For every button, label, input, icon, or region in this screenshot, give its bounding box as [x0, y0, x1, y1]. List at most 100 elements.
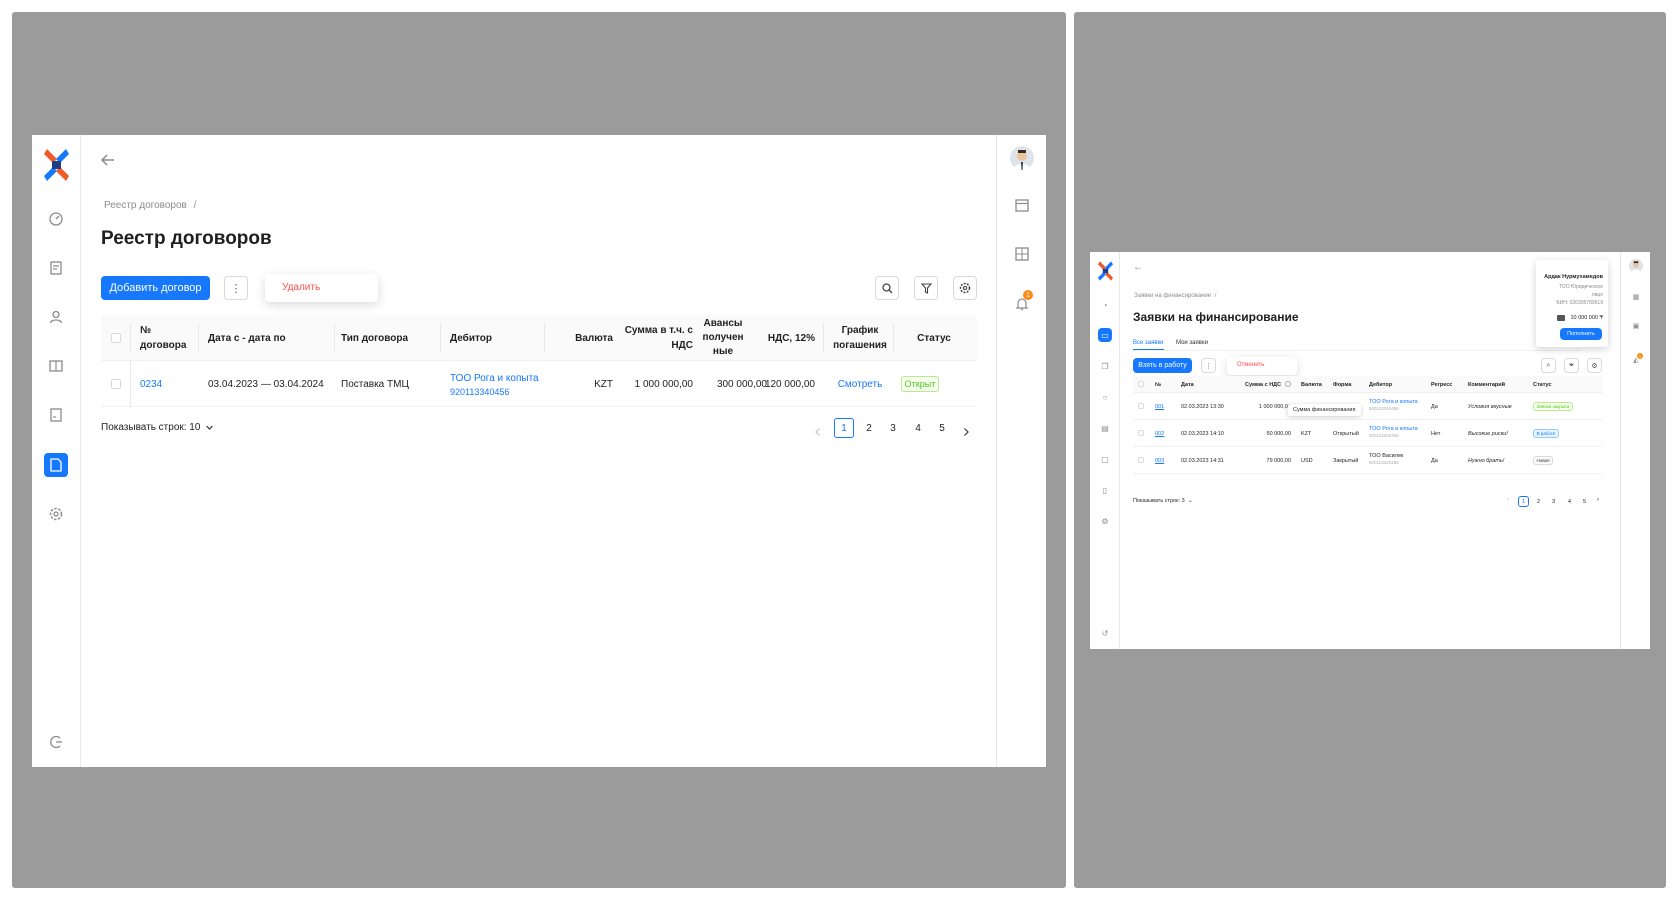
table-row[interactable]: 0234 03.04.2023 — 03.04.2024 Поставка ТМ…: [101, 361, 977, 407]
page-3[interactable]: 3: [883, 418, 903, 438]
column-divider: [440, 323, 441, 353]
document-icon[interactable]: [44, 453, 68, 477]
next-page-icon[interactable]: ›: [1597, 497, 1599, 503]
dashboard-icon[interactable]: ◔: [1098, 298, 1112, 312]
breadcrumb-item[interactable]: Реестр договоров: [104, 200, 187, 211]
calculator-icon[interactable]: ▣: [1629, 319, 1643, 333]
settings-button[interactable]: [953, 276, 977, 300]
user-icon[interactable]: ○: [1098, 390, 1112, 404]
col-debtor: Дебитор: [450, 332, 492, 344]
debtor-link[interactable]: ТОО Рога и копыта: [450, 373, 539, 384]
breadcrumb-item[interactable]: Заявки на финансирование: [1134, 293, 1211, 299]
table-row[interactable]: 001 02.03.2023 13:30 1 000 000,00 KZT От…: [1133, 393, 1602, 420]
tab-all-requests[interactable]: Все заявки: [1133, 340, 1164, 350]
settings-button[interactable]: ⚙: [1587, 358, 1602, 373]
contract-number-link[interactable]: 0234: [140, 361, 162, 407]
settings-icon[interactable]: ⚙: [1098, 514, 1112, 528]
copy-icon[interactable]: ❐: [1098, 359, 1112, 373]
actions-dropdown: Отменить: [1227, 357, 1297, 375]
page-5[interactable]: 5: [932, 418, 952, 438]
delete-menu-item[interactable]: Удалить: [282, 282, 320, 293]
search-button[interactable]: ⌕: [1541, 358, 1556, 373]
add-contract-button[interactable]: Добавить договор: [101, 276, 210, 300]
more-actions-button[interactable]: ⋮: [224, 276, 248, 300]
avatar[interactable]: [1629, 259, 1643, 273]
avatar[interactable]: [1010, 146, 1034, 170]
status-badge: В работе: [1533, 429, 1559, 438]
select-all-checkbox[interactable]: [111, 333, 121, 343]
search-button[interactable]: [875, 276, 899, 300]
filter-button[interactable]: ⏷: [1564, 358, 1579, 373]
calendar-icon[interactable]: [1015, 198, 1029, 212]
row-checkbox[interactable]: [1138, 403, 1144, 409]
row-checkbox[interactable]: [1138, 457, 1144, 463]
file-icon[interactable]: ▯: [1098, 483, 1112, 497]
back-arrow-icon[interactable]: [100, 152, 116, 168]
page-5[interactable]: 5: [1579, 496, 1590, 507]
page-1[interactable]: 1: [834, 418, 854, 438]
filter-button[interactable]: [914, 276, 938, 300]
page-4[interactable]: 4: [908, 418, 928, 438]
registry-icon[interactable]: [44, 256, 68, 280]
next-page-icon[interactable]: [961, 424, 971, 436]
requests-table-header: № Дата Сумма с НДС Валюта Форма Дебитор …: [1133, 376, 1602, 393]
breadcrumb: Заявки на финансирование /: [1134, 293, 1216, 299]
book-icon[interactable]: [44, 354, 68, 378]
page-2[interactable]: 2: [1533, 496, 1544, 507]
page-1[interactable]: 1: [1518, 496, 1529, 507]
debtor-link[interactable]: ТОО Рога и копыта: [1369, 399, 1418, 405]
take-to-work-button[interactable]: Взять в работу: [1133, 358, 1192, 373]
page-4[interactable]: 4: [1564, 496, 1575, 507]
back-arrow-icon[interactable]: ←: [1133, 262, 1143, 273]
column-divider: [198, 323, 199, 353]
table-row[interactable]: 003 02.03.2023 14:31 79 000,00 USD Закры…: [1133, 447, 1602, 474]
tab-my-requests[interactable]: Мои заявки: [1176, 340, 1208, 346]
page-2[interactable]: 2: [859, 418, 879, 438]
row-checkbox[interactable]: [111, 379, 121, 389]
gear-icon: [959, 282, 971, 294]
page-title: Реестр договоров: [101, 228, 272, 249]
request-number-link[interactable]: 002: [1155, 420, 1164, 447]
column-divider: [893, 323, 894, 353]
user-icon[interactable]: [44, 305, 68, 329]
dashboard-icon[interactable]: [44, 207, 68, 231]
request-number-link[interactable]: 003: [1155, 447, 1164, 474]
table-row[interactable]: 002 02.03.2023 14:10 50 000,00 KZT Откры…: [1133, 420, 1602, 447]
calendar-icon[interactable]: ▦: [1629, 290, 1643, 304]
page-3[interactable]: 3: [1548, 496, 1559, 507]
request-number-link[interactable]: 001: [1155, 393, 1164, 420]
col-dates: Дата с - дата по: [208, 332, 286, 344]
report-icon[interactable]: ▢: [1098, 452, 1112, 466]
report-icon[interactable]: [44, 403, 68, 427]
rows-per-page-label: Показывать строк: 3: [1133, 498, 1185, 504]
prev-page-icon[interactable]: [813, 424, 823, 436]
col-number: №: [1155, 381, 1162, 388]
col-sum: Сумма в т.ч. с НДС: [624, 325, 693, 351]
reject-menu-item[interactable]: Отменить: [1237, 362, 1264, 368]
rows-per-page-select[interactable]: Показывать строк: 3 ⌄: [1133, 498, 1193, 504]
more-actions-button[interactable]: ⋮: [1201, 358, 1216, 373]
logout-icon[interactable]: ↺: [1098, 626, 1112, 640]
rows-per-page-select[interactable]: Показывать строк: 10: [101, 422, 214, 433]
request-date: 02.03.2023 13:30: [1181, 403, 1224, 410]
status-badge: Новая: [1533, 456, 1553, 465]
calculator-icon[interactable]: [1015, 247, 1029, 261]
document-icon[interactable]: ▭: [1098, 328, 1112, 342]
prev-page-icon[interactable]: ‹: [1507, 497, 1509, 503]
logout-icon[interactable]: [44, 730, 68, 754]
logo-icon[interactable]: [1098, 260, 1113, 282]
select-all-checkbox[interactable]: [1138, 381, 1144, 387]
book-icon[interactable]: ▤: [1098, 421, 1112, 435]
debtor-link[interactable]: ТОО Рога и копыта: [1369, 426, 1418, 432]
schedule-link[interactable]: Смотреть: [827, 361, 893, 407]
status-badge: Заявка закрыта: [1533, 402, 1573, 411]
row-checkbox[interactable]: [1138, 430, 1144, 436]
settings-icon[interactable]: [44, 502, 68, 526]
topup-button[interactable]: Пополнить: [1560, 328, 1602, 340]
contracts-table-header: № договора Дата с - дата по Тип договора…: [101, 315, 977, 361]
profile-bin: БИН: 020305789619: [1556, 300, 1603, 306]
col-vat: НДС, 12%: [767, 332, 815, 344]
currency: KZT: [594, 378, 613, 390]
logo-icon[interactable]: [44, 147, 69, 183]
info-icon[interactable]: [1285, 381, 1291, 387]
